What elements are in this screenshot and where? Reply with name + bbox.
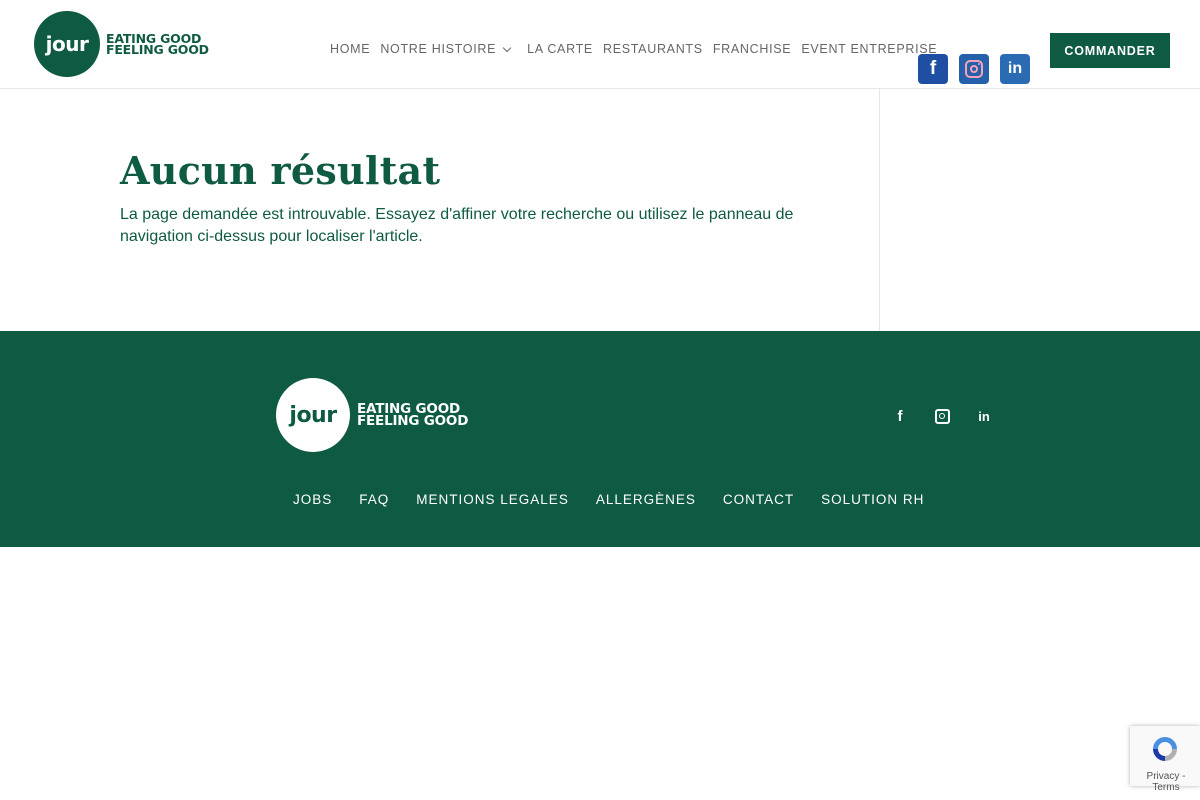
nav-item-restaurants[interactable]: RESTAURANTS xyxy=(598,42,708,56)
instagram-icon[interactable] xyxy=(932,406,952,426)
main-nav: HOME NOTRE HISTOIRE LA CARTE RESTAURANTS… xyxy=(325,42,942,56)
facebook-icon[interactable]: f xyxy=(890,406,910,426)
page-title: Aucun résultat xyxy=(120,148,441,193)
footer-link-jobs[interactable]: JOBS xyxy=(293,492,332,507)
facebook-glyph: f xyxy=(929,58,937,79)
linkedin-glyph: in xyxy=(1007,60,1023,77)
recaptcha-badge[interactable]: Privacy - Terms xyxy=(1130,726,1200,793)
recaptcha-links[interactable]: Privacy - Terms xyxy=(1132,771,1200,793)
linkedin-icon[interactable]: in xyxy=(974,406,994,426)
site-footer: jour EATING GOOD FEELING GOOD f in JOBS … xyxy=(0,331,1200,547)
instagram-icon[interactable] xyxy=(959,54,989,84)
logo-mark: jour xyxy=(34,11,100,77)
sidebar-divider xyxy=(879,89,880,331)
nav-item-notre-histoire[interactable]: NOTRE HISTOIRE xyxy=(375,42,522,56)
nav-item-la-carte[interactable]: LA CARTE xyxy=(522,42,598,56)
footer-link-mentions-legales[interactable]: MENTIONS LEGALES xyxy=(416,492,569,507)
footer-links: JOBS FAQ MENTIONS LEGALES ALLERGÈNES CON… xyxy=(293,492,951,507)
footer-logo[interactable]: jour EATING GOOD FEELING GOOD xyxy=(276,378,468,452)
footer-link-contact[interactable]: CONTACT xyxy=(723,492,794,507)
facebook-icon[interactable]: f xyxy=(918,54,948,84)
nav-item-label: NOTRE HISTOIRE xyxy=(380,42,497,56)
linkedin-icon[interactable]: in xyxy=(1000,54,1030,84)
footer-social-links: f in xyxy=(890,406,994,426)
footer-logo-tagline: EATING GOOD FEELING GOOD xyxy=(357,402,469,429)
nav-item-franchise[interactable]: FRANCHISE xyxy=(708,42,797,56)
instagram-glyph xyxy=(965,60,983,78)
recaptcha-icon xyxy=(1153,737,1177,761)
site-header: jour EATING GOOD FEELING GOOD HOME NOTRE… xyxy=(0,0,1200,89)
footer-link-solution-rh[interactable]: SOLUTION RH xyxy=(821,492,924,507)
nav-item-home[interactable]: HOME xyxy=(325,42,375,56)
site-logo[interactable]: jour EATING GOOD FEELING GOOD xyxy=(34,11,209,77)
logo-tagline-line2: FEELING GOOD xyxy=(106,42,209,57)
chevron-down-icon xyxy=(502,43,512,52)
footer-link-faq[interactable]: FAQ xyxy=(359,492,389,507)
logo-tagline: EATING GOOD FEELING GOOD xyxy=(106,32,209,57)
footer-link-allergenes[interactable]: ALLERGÈNES xyxy=(596,492,696,507)
header-social-links: f in xyxy=(918,54,1030,84)
footer-logo-tagline-line2: FEELING GOOD xyxy=(357,413,469,429)
commander-button[interactable]: COMMANDER xyxy=(1050,33,1170,68)
footer-logo-mark: jour xyxy=(276,378,350,452)
not-found-message: La page demandée est introuvable. Essaye… xyxy=(120,206,794,245)
instagram-glyph xyxy=(934,408,950,424)
